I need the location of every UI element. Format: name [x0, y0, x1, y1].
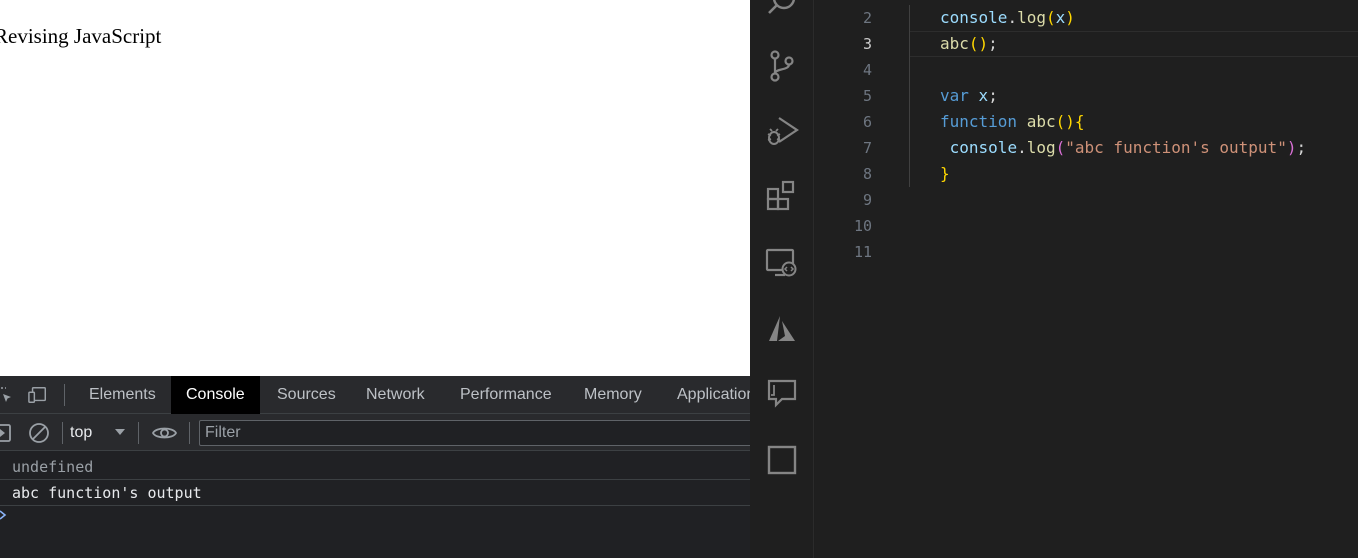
source-control-icon[interactable]: [764, 48, 800, 84]
comments-icon[interactable]: [764, 376, 800, 412]
activity-bar: [750, 0, 814, 558]
line-number: 9: [862, 191, 872, 209]
clear-console-icon[interactable]: [27, 421, 51, 445]
azure-icon[interactable]: [764, 311, 800, 347]
code-token: (: [1055, 138, 1066, 157]
code-token: console: [940, 8, 1008, 27]
console-output: undefined abc function's output: [0, 451, 750, 558]
code-token: var: [940, 86, 969, 105]
browser-viewport: Revising JavaScript Elements Console Sourc…: [0, 0, 750, 558]
search-icon[interactable]: [764, 0, 800, 22]
code-token: console: [949, 138, 1018, 157]
context-selector[interactable]: top: [70, 420, 92, 446]
tab-network[interactable]: Network: [351, 376, 440, 414]
line-number: 11: [853, 243, 872, 261]
toolbar-divider: [62, 422, 63, 444]
code-token: ): [1065, 8, 1075, 27]
code-token: .: [1007, 8, 1018, 27]
code-line[interactable]: console.log(x): [940, 5, 1075, 31]
toolbar-divider: [189, 422, 190, 444]
chevron-down-icon[interactable]: [113, 422, 127, 442]
line-number: 7: [862, 139, 872, 157]
page-content: Revising JavaScript: [0, 0, 750, 376]
code-token: .: [1017, 138, 1027, 157]
code-token: ;: [988, 86, 998, 105]
code-token: log: [1026, 138, 1056, 157]
run-debug-icon[interactable]: [764, 112, 800, 148]
line-number: 3: [862, 35, 872, 53]
line-number: 4: [862, 61, 872, 79]
square-icon[interactable]: [764, 442, 800, 478]
console-result-row: undefined: [0, 454, 750, 480]
devtools-panel: Elements Console Sources Network Performance…: [0, 376, 750, 558]
device-toggle-icon[interactable]: [28, 385, 48, 405]
console-toolbar: top: [0, 414, 750, 451]
code-token: (): [968, 34, 989, 53]
console-log-row: abc function's output: [0, 480, 750, 506]
line-number: 2: [862, 9, 872, 27]
tab-memory[interactable]: Memory: [569, 376, 657, 414]
code-token: abc: [940, 34, 969, 53]
indent-guide: [909, 5, 910, 187]
remote-explorer-icon[interactable]: [764, 245, 800, 281]
code-token: x: [978, 86, 989, 105]
tab-sources[interactable]: Sources: [262, 376, 351, 414]
code-line[interactable]: var x;: [940, 83, 998, 109]
filter-box: [199, 420, 750, 446]
code-line[interactable]: console.log("abc function's output");: [940, 135, 1306, 161]
line-number: 6: [862, 113, 872, 131]
code-token: (){: [1055, 112, 1085, 131]
tab-console[interactable]: Console: [171, 376, 260, 414]
line-number: 5: [862, 87, 872, 105]
code-token: ;: [988, 34, 998, 53]
line-number: 8: [862, 165, 872, 183]
extensions-icon[interactable]: [764, 178, 800, 214]
line-number: 10: [853, 217, 872, 235]
code-token: }: [940, 164, 950, 183]
code-token: ;: [1296, 138, 1307, 157]
vscode-window: 2 3 4 5 6 7 8 9 10 11 console.log(x) abc(); var x; f…: [750, 0, 1358, 558]
code-token: (: [1045, 8, 1056, 27]
code-editor[interactable]: 2 3 4 5 6 7 8 9 10 11 console.log(x) abc(); var x; f…: [815, 0, 1358, 558]
code-line[interactable]: abc();: [940, 31, 998, 57]
code-line[interactable]: }: [940, 161, 950, 187]
code-token: function: [940, 112, 1018, 131]
tab-application[interactable]: Application: [662, 376, 750, 414]
filter-input[interactable]: [200, 421, 750, 445]
inspect-element-icon[interactable]: [0, 385, 14, 405]
toolbar-divider: [138, 422, 139, 444]
code-token: abc: [1026, 112, 1056, 131]
devtools-tab-bar: Elements Console Sources Network Performance…: [0, 376, 750, 414]
sidebar-toggle-icon[interactable]: [0, 421, 14, 445]
tab-performance[interactable]: Performance: [445, 376, 567, 414]
code-token: x: [1055, 8, 1066, 27]
tab-elements[interactable]: Elements: [74, 376, 171, 414]
page-heading: Revising JavaScript: [0, 24, 162, 48]
live-expression-eye-icon[interactable]: [151, 421, 178, 445]
toolbar-divider: [64, 384, 65, 406]
code-token: "abc function's output": [1065, 138, 1287, 157]
console-prompt-chevron-icon[interactable]: [0, 508, 9, 522]
code-line[interactable]: function abc(){: [940, 109, 1085, 135]
code-token: log: [1017, 8, 1046, 27]
